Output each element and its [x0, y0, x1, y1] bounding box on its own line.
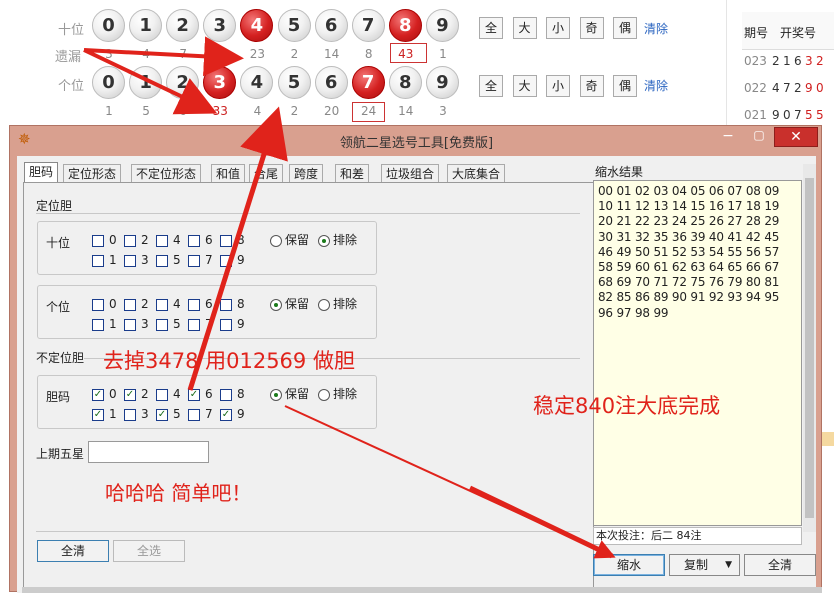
annotation-remove-dan: 去掉3478 用012569 做胆 [103, 349, 355, 373]
annotation-haha: 哈哈哈 简单吧！ [105, 481, 252, 505]
annotation-stable-840: 稳定840注大底完成 [533, 394, 721, 418]
arrow-to-units-missing [83, 48, 218, 115]
arrow-to-tens-missing [83, 36, 244, 77]
